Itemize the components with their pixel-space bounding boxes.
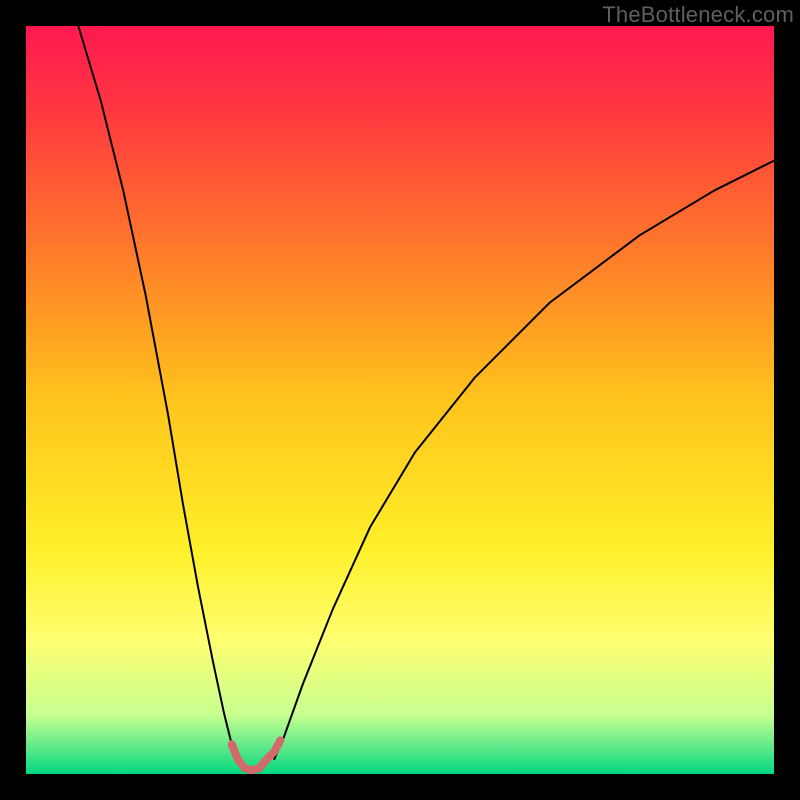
watermark-text: TheBottleneck.com xyxy=(602,2,794,28)
gradient-background xyxy=(26,26,774,774)
chart-frame xyxy=(26,26,774,774)
bottleneck-chart xyxy=(26,26,774,774)
